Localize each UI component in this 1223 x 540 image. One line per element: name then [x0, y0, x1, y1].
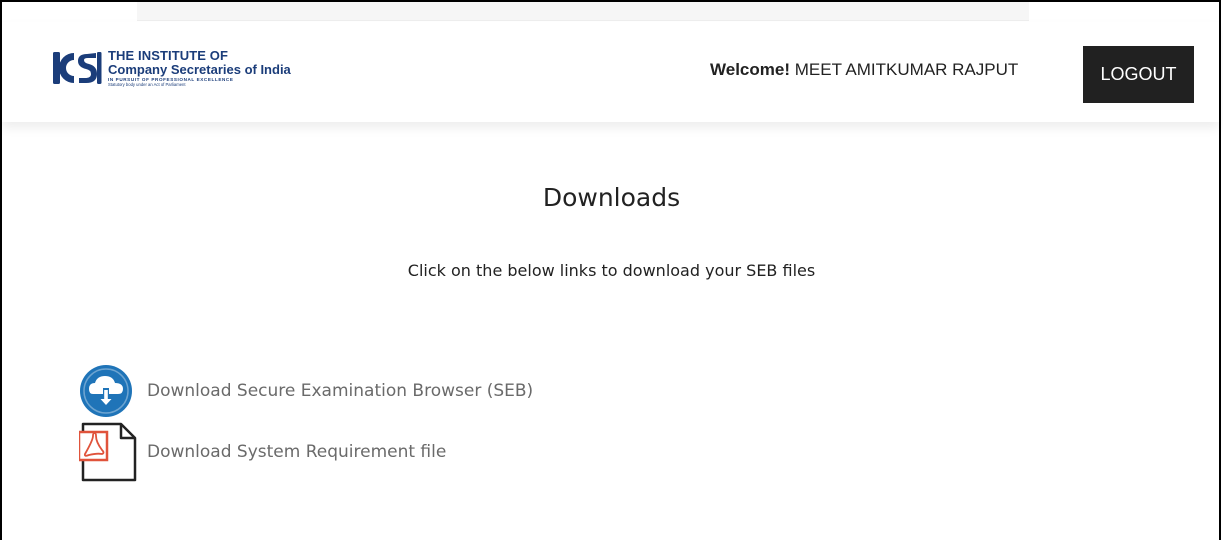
site-header: THE INSTITUTE OF Company Secretaries of … — [2, 22, 1219, 122]
download-requirement-label: Download System Requirement file — [147, 442, 447, 462]
logo-line2: Company Secretaries of India — [108, 61, 291, 77]
cloud-download-icon — [79, 361, 139, 421]
page-title: Downloads — [542, 183, 681, 212]
welcome-message: Welcome! MEET AMITKUMAR RAJPUT — [710, 60, 1018, 80]
download-seb-label: Download Secure Examination Browser (SEB… — [147, 381, 534, 401]
top-strip — [2, 2, 1219, 22]
top-strip-bar — [137, 2, 1029, 21]
icsi-logo-mark — [53, 52, 102, 84]
logo-text: THE INSTITUTE OF Company Secretaries of … — [108, 49, 291, 88]
logo-line1: THE INSTITUTE OF — [108, 47, 229, 63]
logo-statutory: Statutory body under an Act of Parliamen… — [108, 82, 186, 88]
logout-button[interactable]: LOGOUT — [1083, 46, 1194, 103]
welcome-label: Welcome! — [710, 60, 790, 79]
icsi-logo[interactable]: THE INSTITUTE OF Company Secretaries of … — [52, 48, 291, 88]
pdf-file-icon — [79, 422, 139, 482]
user-name: MEET AMITKUMAR RAJPUT — [794, 60, 1019, 79]
download-seb-link[interactable]: Download Secure Examination Browser (SEB… — [79, 361, 533, 421]
page-subtitle: Click on the below links to download you… — [407, 261, 816, 280]
download-requirement-link[interactable]: Download System Requirement file — [79, 422, 446, 482]
